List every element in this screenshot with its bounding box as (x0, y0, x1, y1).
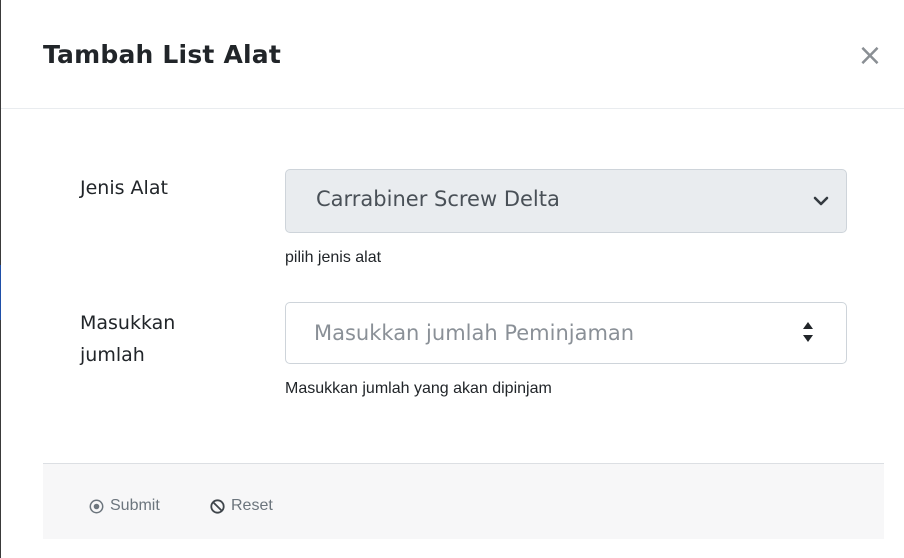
chevron-down-icon (813, 196, 829, 206)
jumlah-label-line2: jumlah (80, 344, 145, 366)
ban-icon (210, 498, 225, 514)
jenis-alat-label: Jenis Alat (80, 177, 168, 199)
modal-title: Tambah List Alat (43, 40, 281, 69)
dot-circle-icon (89, 499, 104, 513)
jumlah-label-line1: Masukkan (80, 312, 176, 334)
jenis-alat-select[interactable]: Carrabiner Screw Delta (285, 169, 847, 233)
spinner-icon[interactable] (801, 319, 815, 345)
submit-button[interactable]: Submit (89, 497, 160, 515)
reset-label: Reset (231, 497, 273, 514)
modal-header: Tambah List Alat × (1, 0, 904, 109)
jumlah-label: Masukkan jumlah (80, 307, 175, 371)
jumlah-input[interactable] (286, 303, 796, 363)
jumlah-input-wrapper (285, 302, 847, 364)
modal-footer: Submit Reset (43, 463, 884, 539)
modal-dialog: Tambah List Alat × Jenis Alat Carrabiner… (1, 0, 904, 558)
close-button[interactable]: × (853, 36, 887, 76)
reset-button[interactable]: Reset (210, 497, 273, 515)
jenis-alat-selected-value: Carrabiner Screw Delta (316, 187, 560, 211)
jumlah-help: Masukkan jumlah yang akan dipinjam (285, 380, 552, 397)
jenis-alat-help: pilih jenis alat (285, 249, 382, 266)
submit-label: Submit (110, 497, 160, 514)
